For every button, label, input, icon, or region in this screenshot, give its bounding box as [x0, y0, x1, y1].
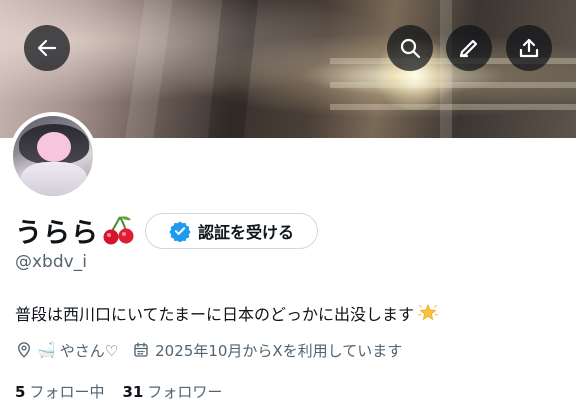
search-button[interactable] [387, 25, 433, 71]
pencil-icon [459, 39, 478, 58]
display-name-row: うらら [15, 211, 135, 249]
bio-text: 普段は西川口にいてたまーに日本のどっかに出没します [15, 305, 415, 324]
profile-bio: 普段は西川口にいてたまーに日本のどっかに出没します [15, 301, 439, 325]
avatar-detail [21, 162, 87, 196]
back-button[interactable] [24, 25, 70, 71]
display-name: うらら [15, 217, 99, 249]
glowing-star-emoji-icon [418, 303, 438, 321]
banner-detail [330, 104, 576, 110]
followers-label: フォロワー [147, 383, 223, 401]
profile-banner[interactable] [0, 0, 576, 138]
arrow-left-icon [37, 39, 57, 57]
followers-count: 31 [122, 383, 144, 401]
cherry-emoji-icon [101, 214, 135, 246]
joined-date: 2025年10月からXを利用しています [155, 341, 403, 360]
profile-meta: 🛁 やさん♡ 2025年10月からXを利用しています [15, 339, 402, 361]
calendar-icon [134, 342, 148, 357]
avatar[interactable] [9, 112, 97, 200]
followers-link[interactable]: 31 フォロワー [122, 381, 222, 402]
banner-detail [125, 0, 173, 138]
get-verified-button[interactable]: 認証を受ける [145, 213, 318, 249]
search-icon [400, 38, 421, 59]
share-button[interactable] [506, 25, 552, 71]
profile-handle: @xbdv_i [15, 252, 87, 272]
share-upload-icon [519, 38, 539, 58]
follow-stats: 5 フォロー中 31 フォロワー [15, 381, 222, 402]
location-pin-icon [18, 342, 30, 358]
bathtub-emoji: 🛁 [37, 341, 56, 359]
banner-detail [207, 0, 259, 138]
location-text: やさん♡ [59, 341, 119, 360]
following-link[interactable]: 5 フォロー中 [15, 381, 104, 402]
get-verified-label: 認証を受ける [197, 223, 294, 242]
avatar-detail [37, 132, 71, 162]
following-label: フォロー中 [29, 383, 105, 401]
following-count: 5 [15, 383, 26, 401]
edit-button[interactable] [446, 25, 492, 71]
verified-badge-icon [169, 221, 191, 242]
